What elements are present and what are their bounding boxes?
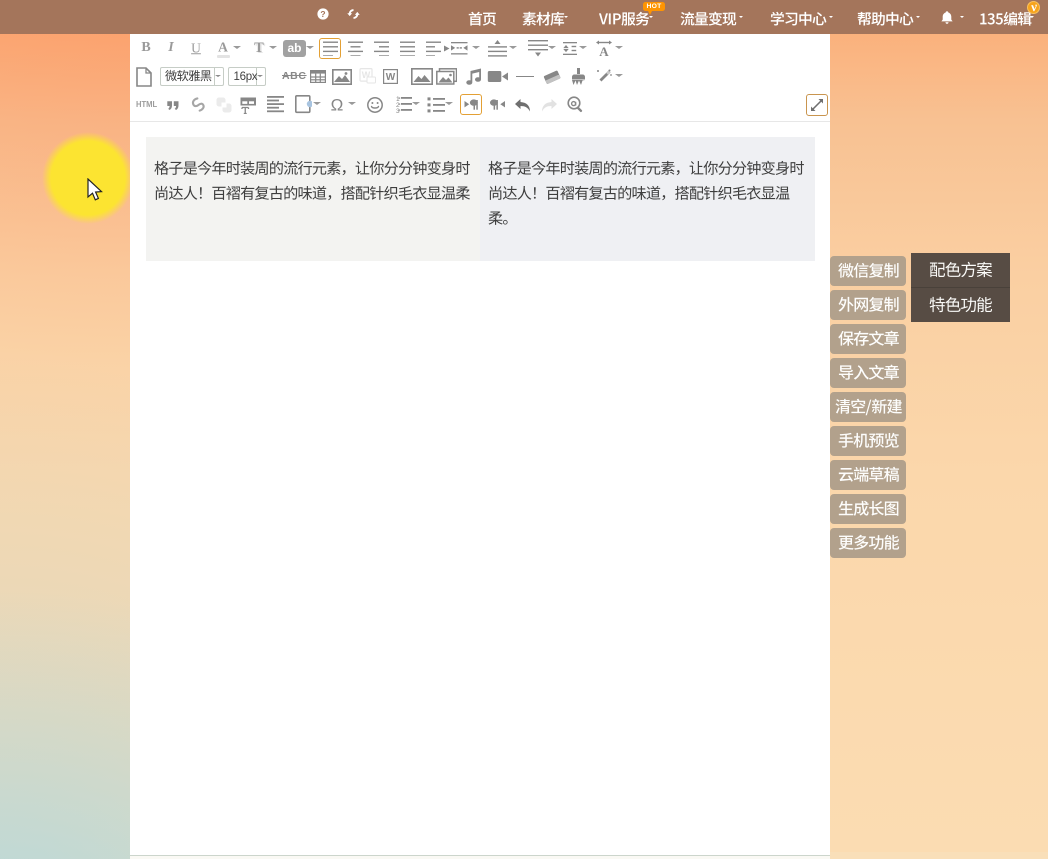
svg-text:A: A (599, 44, 609, 57)
svg-text:3: 3 (396, 108, 400, 114)
svg-text:?: ? (320, 9, 325, 19)
svg-text:W: W (386, 72, 396, 83)
